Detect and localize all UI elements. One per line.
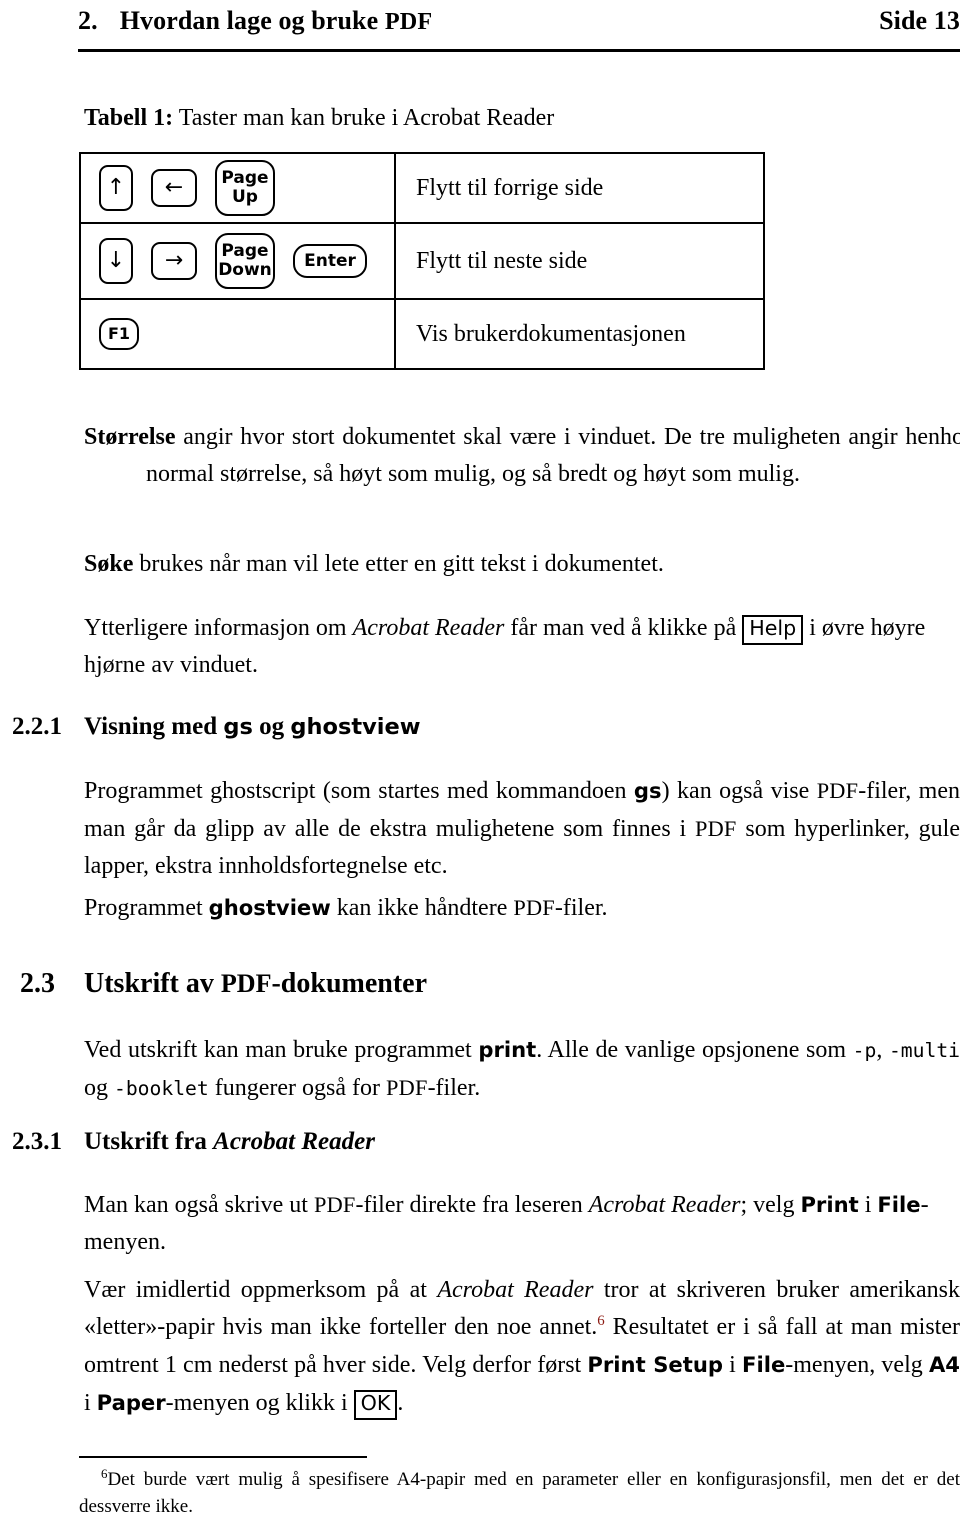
emphasis-acrobat-reader: Acrobat Reader xyxy=(588,1192,741,1218)
emphasis-acrobat-reader: Acrobat Reader xyxy=(437,1277,594,1303)
table-cell-keys: F1 xyxy=(81,300,396,368)
command-gs: gs xyxy=(633,778,662,803)
help-button[interactable]: Help xyxy=(742,615,804,645)
table-cell-description: Flytt til neste side xyxy=(416,247,588,274)
table-row: F1 Vis brukerdokumentasjonen xyxy=(81,300,763,368)
emphasis-acrobat-reader: Acrobat Reader xyxy=(352,615,505,641)
ok-button[interactable]: OK xyxy=(353,1390,398,1420)
menu-item-print: Print xyxy=(800,1192,859,1217)
heading-2-3-1-number: 2.3.1 xyxy=(12,1128,62,1155)
arrow-left-key[interactable]: ← xyxy=(151,169,197,207)
page-up-key[interactable]: Page Up xyxy=(215,160,275,216)
paragraph-soke-text: brukes når man vil lete etter en gitt te… xyxy=(133,551,664,577)
menu-item-print-setup: Print Setup xyxy=(587,1352,723,1377)
heading-2-2-1-number: 2.2.1 xyxy=(12,713,62,740)
paragraph-ghostscript: Programmet ghostscript (som startes med … xyxy=(84,778,960,879)
header-chapter-title: Hvordan lage og bruke PDF xyxy=(119,6,433,35)
heading-mono-ghostview: ghostview xyxy=(290,714,421,740)
page-down-key-line1: Page xyxy=(221,241,269,261)
header-title-acronym: PDF xyxy=(384,8,433,35)
paragraph-storrelse: Størrelse angir hvor stort dokumentet sk… xyxy=(84,419,960,493)
menu-file: File xyxy=(742,1352,786,1377)
heading-2-3-1-title: Utskrift fra Acrobat Reader xyxy=(84,1128,375,1155)
table-caption-label: Tabell 1: xyxy=(84,105,174,131)
option-p: -p xyxy=(852,1039,877,1062)
table-cell-keys: ↓ → Page Down Enter xyxy=(81,224,396,298)
paragraph-print: Ved utskrift kan man bruke programmet pr… xyxy=(84,1037,960,1101)
paragraph-letter: Vær imidlertid oppmerksom på at Acrobat … xyxy=(84,1272,960,1422)
heading-2-3-title: Utskrift av PDF-dokumenter xyxy=(84,968,428,999)
arrow-down-icon: ↓ xyxy=(106,248,126,273)
arrow-right-icon: → xyxy=(164,248,184,273)
header-page-label: Side 13 xyxy=(879,6,960,35)
enter-key[interactable]: Enter xyxy=(293,244,367,278)
footnote-text-block: 6Det burde vært mulig å spesifisere A4-p… xyxy=(79,1466,960,1520)
heading-italic-acrobat-reader: Acrobat Reader xyxy=(213,1128,375,1155)
heading-2-3-number: 2.3 xyxy=(20,968,55,999)
term-storrelse: Størrelse xyxy=(84,424,176,450)
footnote-reference[interactable]: 6 xyxy=(597,1313,604,1329)
header-title-group: 2. Hvordan lage og bruke PDF xyxy=(78,6,432,36)
table-caption-text: Taster man kan bruke i Acrobat Reader xyxy=(173,105,555,131)
footnote-body: Det burde vært mulig å spesifisere A4-pa… xyxy=(79,1469,960,1517)
page-down-key[interactable]: Page Down xyxy=(215,233,275,289)
command-print: print xyxy=(478,1037,537,1062)
command-ghostview: ghostview xyxy=(208,895,331,920)
header-divider-rule xyxy=(78,49,960,52)
document-page: 2. Hvordan lage og bruke PDF Side 13 Tab… xyxy=(0,0,960,1524)
running-header: 2. Hvordan lage og bruke PDF Side 13 xyxy=(78,6,960,50)
arrow-up-icon: ↑ xyxy=(106,175,126,200)
shortcut-key-table: ↑ ← Page Up Flytt til forrige side ↓ → P… xyxy=(79,152,765,370)
paragraph-soke: Søke brukes når man vil lete etter en gi… xyxy=(84,546,960,583)
heading-acronym-pdf: PDF xyxy=(220,969,272,998)
table-row: ↑ ← Page Up Flytt til forrige side xyxy=(81,154,763,224)
arrow-up-key[interactable]: ↑ xyxy=(99,165,133,211)
paragraph-storrelse-text: angir hvor stort dokumentet skal være i … xyxy=(146,424,960,487)
table-cell-keys: ↑ ← Page Up xyxy=(81,154,396,222)
table-caption: Tabell 1: Taster man kan bruke i Acrobat… xyxy=(84,105,554,132)
table-row: ↓ → Page Down Enter Flytt til neste side xyxy=(81,224,763,300)
header-chapter-number: 2. xyxy=(78,6,98,35)
option-booklet: -booklet xyxy=(114,1077,209,1100)
footnote-separator-rule xyxy=(79,1456,367,1458)
page-up-key-line2: Up xyxy=(232,187,258,207)
heading-mono-gs: gs xyxy=(223,714,253,740)
option-a4: A4 xyxy=(928,1352,960,1377)
option-multi: -multi xyxy=(888,1039,960,1062)
arrow-left-icon: ← xyxy=(164,175,184,200)
paragraph-ytterligere: Ytterligere informasjon om Acrobat Reade… xyxy=(84,615,926,678)
table-cell-description: Vis brukerdokumentasjonen xyxy=(416,320,686,347)
paragraph-skrivut: Man kan også skrive ut PDF-filer direkte… xyxy=(84,1192,929,1255)
heading-2-3-1: 2.3.1 Utskrift fra Acrobat Reader xyxy=(12,1128,375,1156)
menu-paper: Paper xyxy=(96,1390,166,1415)
menu-file: File xyxy=(877,1192,921,1217)
heading-2-3: 2.3 Utskrift av PDF-dokumenter xyxy=(20,968,427,1000)
paragraph-ghostview: Programmet ghostview kan ikke håndtere P… xyxy=(84,895,608,921)
term-soke: Søke xyxy=(84,551,134,577)
page-up-key-line1: Page xyxy=(221,168,269,188)
heading-2-2-1-title: Visning med gs og ghostview xyxy=(84,713,421,740)
table-cell-description: Flytt til forrige side xyxy=(416,174,604,201)
arrow-right-key[interactable]: → xyxy=(151,242,197,280)
arrow-down-key[interactable]: ↓ xyxy=(99,238,133,284)
page-down-key-line2: Down xyxy=(218,260,272,280)
f1-key[interactable]: F1 xyxy=(99,318,139,350)
heading-2-2-1: 2.2.1 Visning med gs og ghostview xyxy=(12,713,421,741)
